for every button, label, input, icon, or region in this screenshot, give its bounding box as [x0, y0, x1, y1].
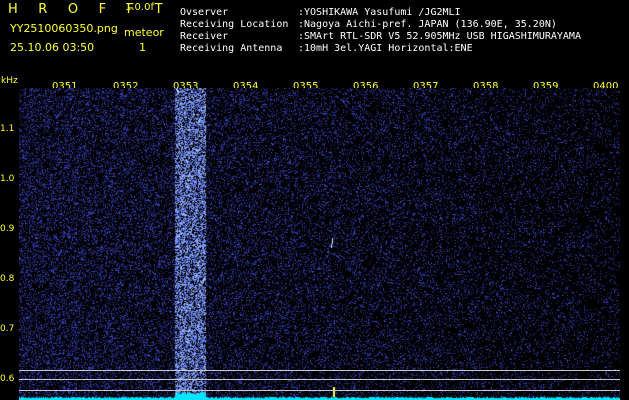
- frequency-tick: 0.8: [0, 274, 15, 284]
- frequency-tick: 0.7: [0, 324, 15, 334]
- filename-label: YY2510060350.png: [10, 22, 118, 35]
- spectrogram-plot: [19, 88, 620, 400]
- antenna-value: :10mH 3el.YAGI Horizontal:ENE: [298, 43, 473, 54]
- reference-line: [19, 379, 620, 380]
- frequency-unit-label: kHz: [1, 76, 18, 86]
- frequency-tick: 1.1: [0, 124, 15, 134]
- reference-line: [19, 370, 620, 371]
- observer-value: :YOSHIKAWA Yasufumi /JG2MLI: [298, 7, 461, 18]
- antenna-label: Receiving Antenna: [180, 43, 283, 54]
- observer-label: Ovserver: [180, 7, 229, 18]
- receiver-value: :SMArt RTL-SDR V5 52.905MHz USB HIGASHIM…: [298, 31, 581, 42]
- reference-line: [19, 390, 620, 391]
- frequency-tick: 0.9: [0, 224, 15, 234]
- datetime-label: 25.10.06 03:50: [10, 41, 95, 54]
- meteor-count: 1: [139, 41, 146, 54]
- location-value: :Nagoya Aichi-pref. JAPAN (136.90E, 35.2…: [298, 19, 557, 30]
- receiver-label: Receiver: [180, 31, 229, 42]
- frequency-tick: 0.6: [0, 374, 15, 384]
- frequency-tick: 1.0: [0, 174, 15, 184]
- header-panel: H R O F F T 1.0.0f YY2510060350.png mete…: [0, 0, 629, 72]
- detection-type-label: meteor: [124, 26, 164, 39]
- version-label: 1.0.0f: [125, 2, 154, 13]
- location-label: Receiving Location: [180, 19, 289, 30]
